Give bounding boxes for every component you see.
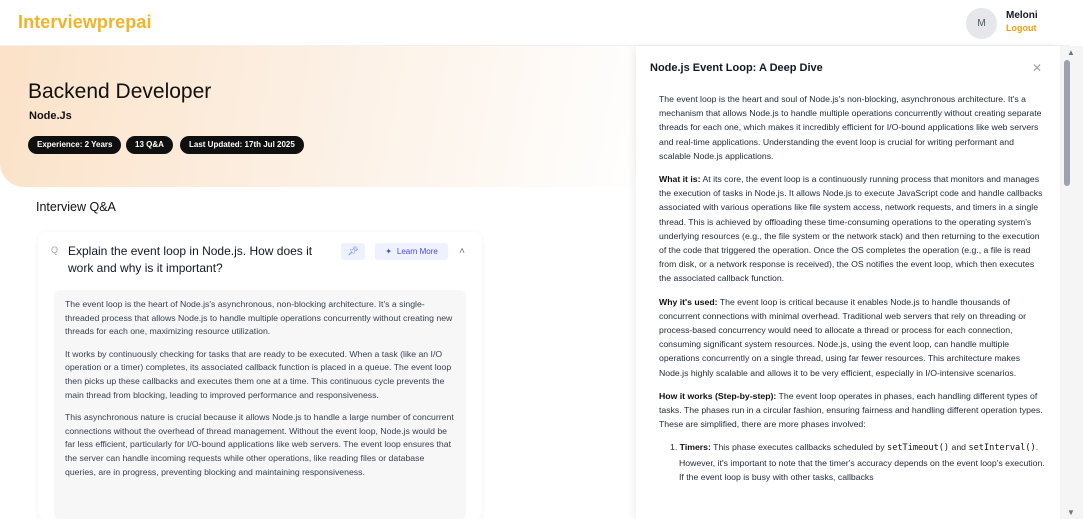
avatar[interactable]: M — [966, 8, 997, 39]
intro-paragraph: The event loop is the heart and soul of … — [659, 94, 1042, 161]
drawer-content: The event loop is the heart and soul of … — [659, 92, 1045, 519]
learn-more-label: Learn More — [396, 247, 438, 256]
what-label: What it is: — [659, 174, 701, 185]
page-title: Backend Developer — [28, 80, 212, 103]
learn-more-button[interactable]: ✦ Learn More — [375, 243, 448, 260]
answer-paragraph: This asynchronous nature is crucial beca… — [65, 412, 454, 477]
timers-text: This phase executes callbacks scheduled … — [710, 442, 888, 453]
pin-button[interactable]: 📌︎ — [341, 243, 365, 260]
list-item: 1. Timers: This phase executes callbacks… — [659, 440, 1045, 484]
qa-count-badge: 13 Q&A — [126, 136, 173, 154]
question-card: Q Explain the event loop in Node.js. How… — [38, 232, 482, 519]
scroll-down-icon[interactable]: ▼ — [1067, 508, 1075, 517]
user-name: Meloni — [1006, 10, 1038, 21]
what-paragraph: What it is: At its core, the event loop … — [659, 172, 1045, 286]
last-updated-badge: Last Updated: 17th Jul 2025 — [180, 136, 304, 154]
code-settimeout: setTimeout() — [887, 443, 950, 454]
timers-and: and — [949, 442, 967, 453]
how-label: How it works (Step-by-step): — [659, 390, 777, 401]
search-icon: Q — [51, 245, 59, 255]
list-number: 1. — [670, 442, 678, 453]
timers-label: Timers: — [679, 442, 711, 453]
scroll-up-icon[interactable]: ▲ — [1067, 48, 1075, 57]
how-paragraph: How it works (Step-by-step): The event l… — [659, 389, 1045, 432]
answer-paragraph: It works by continuously checking for ta… — [65, 348, 452, 400]
close-icon[interactable]: ✕ — [1032, 61, 1042, 75]
why-text: The event loop is critical because it en… — [659, 296, 1026, 378]
drawer-title: Node.js Event Loop: A Deep Dive — [650, 62, 823, 74]
why-label: Why it's used: — [659, 296, 718, 307]
logout-link[interactable]: Logout — [1006, 23, 1037, 33]
chevron-up-icon: ˄ — [459, 245, 465, 257]
what-text: At its core, the event loop is a continu… — [659, 174, 1043, 284]
why-paragraph: Why it's used: The event loop is critica… — [659, 295, 1045, 380]
sparkle-icon: ✦ — [385, 247, 392, 256]
learn-more-drawer: Node.js Event Loop: A Deep Dive ✕ The ev… — [636, 46, 1060, 519]
topic-subtitle: Node.Js — [29, 110, 72, 122]
code-setinterval: setInterval() — [968, 443, 1036, 454]
collapse-button[interactable]: ˄ — [455, 244, 469, 258]
brand-logo[interactable]: Interviewprepai — [18, 12, 152, 33]
question-text[interactable]: Explain the event loop in Node.js. How d… — [68, 243, 328, 277]
scrollbar-thumb[interactable] — [1064, 60, 1070, 186]
answer-paragraph: The event loop is the heart of Node.js's… — [65, 299, 453, 337]
section-title: Interview Q&A — [36, 200, 116, 214]
hero-banner: Backend Developer Node.Js Experience: 2 … — [0, 46, 650, 187]
experience-badge: Experience: 2 Years — [28, 136, 122, 154]
top-navbar: Interviewprepai M Meloni Logout — [0, 0, 1070, 46]
answer-panel: The event loop is the heart of Node.js's… — [54, 290, 466, 519]
pin-icon: 📌︎ — [347, 246, 359, 256]
